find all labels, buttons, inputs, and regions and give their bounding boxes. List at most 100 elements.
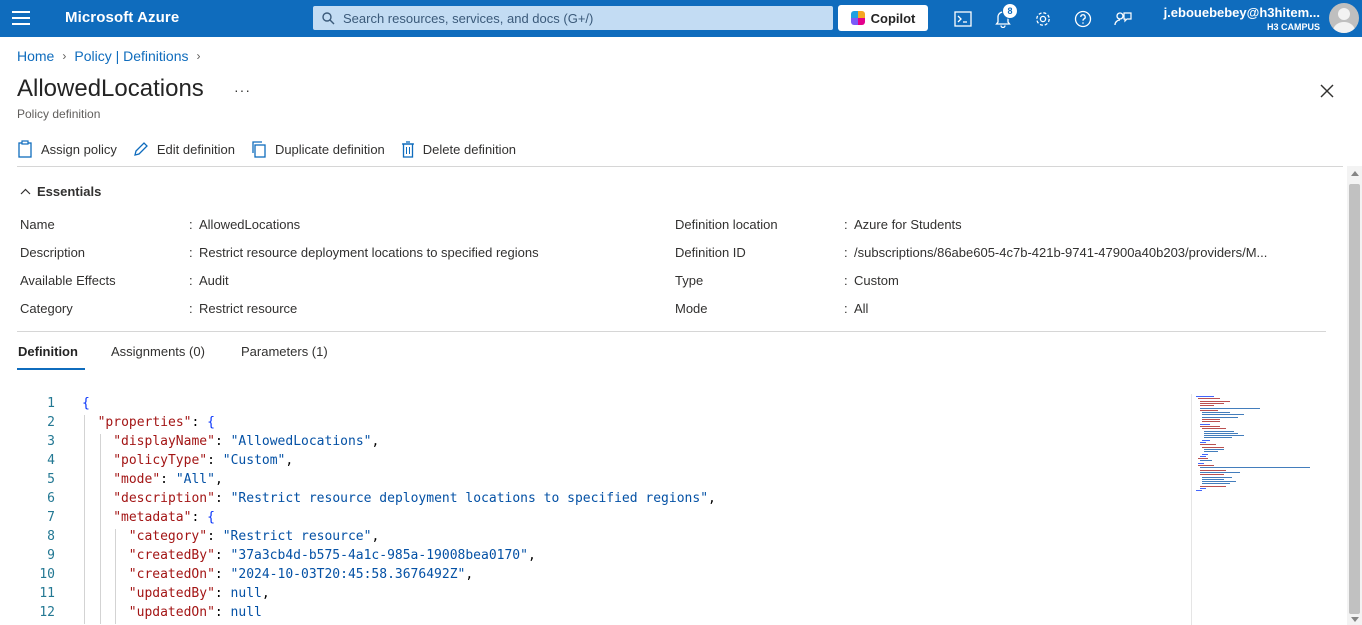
essentials-label: Definition ID <box>675 245 746 260</box>
divider <box>17 166 1343 167</box>
essentials-value: Azure for Students <box>854 217 962 232</box>
minimap-line <box>1200 442 1206 443</box>
essentials-label: Available Effects <box>20 273 116 288</box>
tab-assignments[interactable]: Assignments (0) <box>111 344 205 359</box>
code-minimap[interactable] <box>1191 394 1326 625</box>
essentials-value: Restrict resource <box>199 301 298 316</box>
hamburger-menu-icon[interactable] <box>12 11 30 25</box>
delete-definition-button[interactable]: Delete definition <box>401 138 516 160</box>
minimap-line <box>1204 430 1234 432</box>
global-search-input[interactable]: Search resources, services, and docs (G+… <box>313 6 833 30</box>
minimap-line <box>1204 448 1224 450</box>
minimap-line <box>1200 444 1216 446</box>
code-line: "updatedBy": null, <box>128 586 270 601</box>
close-icon[interactable] <box>1318 82 1336 100</box>
essentials-value: Restrict resource deployment locations t… <box>199 245 539 260</box>
copilot-label: Copilot <box>870 10 916 26</box>
edit-definition-button[interactable]: Edit definition <box>133 138 235 160</box>
minimap-line <box>1202 483 1230 485</box>
line-number: 11 <box>39 586 55 601</box>
essentials-colon: : <box>189 217 193 232</box>
minimap-line <box>1198 398 1220 400</box>
minimap-line <box>1202 439 1210 441</box>
line-number: 6 <box>47 491 55 506</box>
essentials-colon: : <box>844 245 848 260</box>
avatar[interactable] <box>1329 3 1359 33</box>
line-number: 1 <box>47 396 55 411</box>
code-line: "properties": { <box>97 415 215 430</box>
line-number: 7 <box>47 510 55 525</box>
code-line: "category": "Restrict resource", <box>128 529 380 544</box>
tab-definition[interactable]: Definition <box>18 344 78 359</box>
code-line: "updatedOn": null <box>128 605 262 620</box>
minimap-line <box>1200 485 1226 487</box>
minimap-line <box>1202 481 1236 483</box>
indent-guide <box>99 434 101 624</box>
code-line: "createdBy": "37a3cb4d-b575-4a1c-985a-19… <box>128 548 536 563</box>
top-bar: Microsoft Azure Search resources, servic… <box>0 0 1362 37</box>
copilot-button[interactable]: Copilot <box>838 5 928 31</box>
essentials-value: Custom <box>854 273 899 288</box>
essentials-colon: : <box>189 301 193 316</box>
feedback-icon[interactable] <box>1113 9 1133 29</box>
indent-guide <box>84 415 85 624</box>
indent-guide <box>115 529 117 624</box>
code-line: "description": "Restrict resource deploy… <box>113 491 716 506</box>
code-line: "mode": "All", <box>113 472 223 487</box>
minimap-line <box>1202 446 1224 448</box>
user-org: H3 CAMPUS <box>1266 22 1320 32</box>
minimap-line <box>1198 458 1208 460</box>
minimap-line <box>1200 407 1260 409</box>
minimap-line <box>1200 469 1226 471</box>
minimap-line <box>1200 488 1206 489</box>
code-line: { <box>82 396 90 411</box>
delete-definition-label: Delete definition <box>422 141 517 157</box>
minimap-line <box>1200 471 1240 473</box>
duplicate-definition-label: Duplicate definition <box>274 141 385 157</box>
minimap-line <box>1200 460 1212 462</box>
breadcrumb: Home › Policy | Definitions › <box>17 48 201 64</box>
line-number: 4 <box>47 453 55 468</box>
help-question-icon[interactable] <box>1073 9 1093 29</box>
essentials-label: Name <box>20 217 55 232</box>
duplicate-definition-button[interactable]: Duplicate definition <box>251 138 385 160</box>
minimap-line <box>1202 414 1244 416</box>
minimap-line <box>1200 467 1310 469</box>
breadcrumb-home[interactable]: Home <box>17 48 54 64</box>
scroll-down-arrow-icon[interactable] <box>1351 617 1359 622</box>
essentials-colon: : <box>189 245 193 260</box>
account-info[interactable]: j.ebouebebey@h3hitem... H3 CAMPUS <box>1164 5 1320 32</box>
line-number: 8 <box>47 529 55 544</box>
essentials-heading: Essentials <box>37 184 102 199</box>
assign-policy-label: Assign policy <box>41 141 117 157</box>
breadcrumb-policy-definitions[interactable]: Policy | Definitions <box>74 48 188 64</box>
minimap-line <box>1200 402 1224 404</box>
essentials-colon: : <box>844 301 848 316</box>
cloud-shell-icon[interactable] <box>953 9 973 29</box>
minimap-line <box>1200 423 1210 425</box>
scrollbar-thumb[interactable] <box>1349 184 1360 614</box>
line-number: 3 <box>47 434 55 449</box>
minimap-line <box>1202 416 1238 418</box>
code-line: "displayName": "AllowedLocations", <box>113 434 380 449</box>
code-editor[interactable]: 1 {2 "properties": {3 "displayName": "Allow… <box>17 394 1343 625</box>
essentials-colon: : <box>844 273 848 288</box>
essentials-value: Audit <box>199 273 229 288</box>
tab-parameters[interactable]: Parameters (1) <box>241 344 328 359</box>
minimap-line <box>1204 435 1244 437</box>
minimap-line <box>1196 490 1202 492</box>
copy-icon <box>252 140 266 158</box>
active-tab-indicator <box>17 368 85 370</box>
scroll-up-arrow-icon[interactable] <box>1351 171 1359 176</box>
minimap-line <box>1202 412 1230 414</box>
more-actions-button[interactable]: ··· <box>234 82 251 98</box>
line-number: 12 <box>39 605 55 620</box>
assign-policy-button[interactable]: Assign policy <box>17 138 117 160</box>
notification-count-badge: 8 <box>1002 3 1018 19</box>
search-icon <box>322 11 335 24</box>
portal-brand[interactable]: Microsoft Azure <box>65 9 179 26</box>
essentials-toggle[interactable]: Essentials <box>20 184 101 199</box>
clipboard-icon <box>18 140 32 158</box>
settings-gear-icon[interactable] <box>1033 9 1053 29</box>
trash-icon <box>401 140 414 158</box>
